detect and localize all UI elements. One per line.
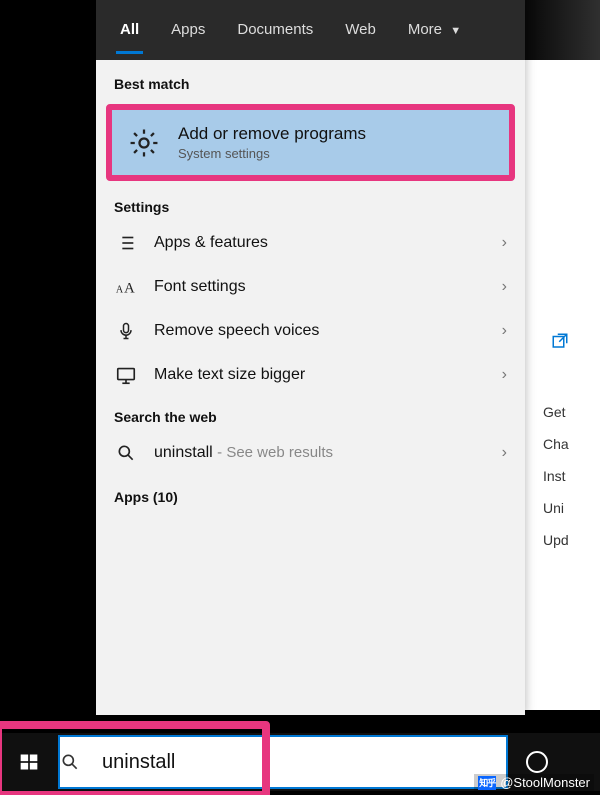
watermark-text: @StoolMonster xyxy=(500,775,590,790)
result-search-web-uninstall[interactable]: uninstall - See web results › xyxy=(96,431,525,475)
mic-icon xyxy=(114,319,138,343)
peek-text: Cha xyxy=(543,436,569,452)
search-results-panel: All Apps Documents Web More ▼ Best match… xyxy=(96,0,525,715)
section-search-web: Search the web xyxy=(96,397,525,431)
start-button[interactable] xyxy=(0,733,58,791)
chevron-right-icon: › xyxy=(487,234,507,252)
result-apps-and-features[interactable]: Apps & features › xyxy=(96,221,525,265)
best-match-title: Add or remove programs xyxy=(178,124,366,144)
search-icon xyxy=(114,441,138,465)
watermark: 知乎 @StoolMonster xyxy=(474,774,594,791)
web-subtext: - See web results xyxy=(217,444,333,461)
chevron-right-icon: › xyxy=(487,322,507,340)
chevron-right-icon: › xyxy=(487,278,507,296)
result-label: Apps & features xyxy=(154,234,471,252)
peek-text: Get xyxy=(543,404,566,420)
chevron-right-icon: › xyxy=(487,366,507,384)
section-apps: Apps (10) xyxy=(96,475,525,511)
annotation-highlight: Add or remove programs System settings xyxy=(106,104,515,181)
chevron-right-icon: › xyxy=(487,444,507,462)
zhihu-logo-icon: 知乎 xyxy=(478,776,496,790)
windows-logo-icon xyxy=(19,752,39,772)
result-font-settings[interactable]: A A Font settings › xyxy=(96,265,525,309)
result-add-or-remove-programs[interactable]: Add or remove programs System settings xyxy=(112,110,509,175)
open-external-icon xyxy=(551,332,569,350)
peek-text: Inst xyxy=(543,468,566,484)
results-body: Best match Add or remove programs System… xyxy=(96,60,525,715)
section-best-match: Best match xyxy=(96,64,525,98)
result-label: Font settings xyxy=(154,278,471,296)
result-label: uninstall - See web results xyxy=(154,444,471,462)
taskbar-search-box[interactable] xyxy=(58,735,508,789)
tab-apps[interactable]: Apps xyxy=(157,0,219,60)
peek-text: Upd xyxy=(543,532,569,548)
list-icon xyxy=(114,231,138,255)
result-remove-speech-voices[interactable]: Remove speech voices › xyxy=(96,309,525,353)
result-make-text-size-bigger[interactable]: Make text size bigger › xyxy=(96,353,525,397)
search-icon xyxy=(60,752,100,772)
tab-more-label: More xyxy=(408,21,442,38)
tab-documents[interactable]: Documents xyxy=(223,0,327,60)
background-window: Get Cha Inst Uni Upd xyxy=(525,60,600,710)
web-term: uninstall xyxy=(154,444,213,461)
search-filter-tabs: All Apps Documents Web More ▼ xyxy=(96,0,525,60)
search-input[interactable] xyxy=(100,747,506,778)
font-icon: A A xyxy=(114,275,138,299)
cortana-ring-icon xyxy=(526,751,548,773)
gear-icon xyxy=(126,125,162,161)
peek-text: Uni xyxy=(543,500,564,516)
tab-more[interactable]: More ▼ xyxy=(394,0,475,60)
chevron-down-icon: ▼ xyxy=(450,25,461,37)
svg-text:A: A xyxy=(116,285,124,296)
tab-web[interactable]: Web xyxy=(331,0,390,60)
tab-all[interactable]: All xyxy=(106,0,153,60)
result-label: Remove speech voices xyxy=(154,322,471,340)
result-label: Make text size bigger xyxy=(154,366,471,384)
section-settings: Settings xyxy=(96,187,525,221)
best-match-subtitle: System settings xyxy=(178,146,366,161)
monitor-icon xyxy=(114,363,138,387)
svg-text:A: A xyxy=(124,281,135,297)
